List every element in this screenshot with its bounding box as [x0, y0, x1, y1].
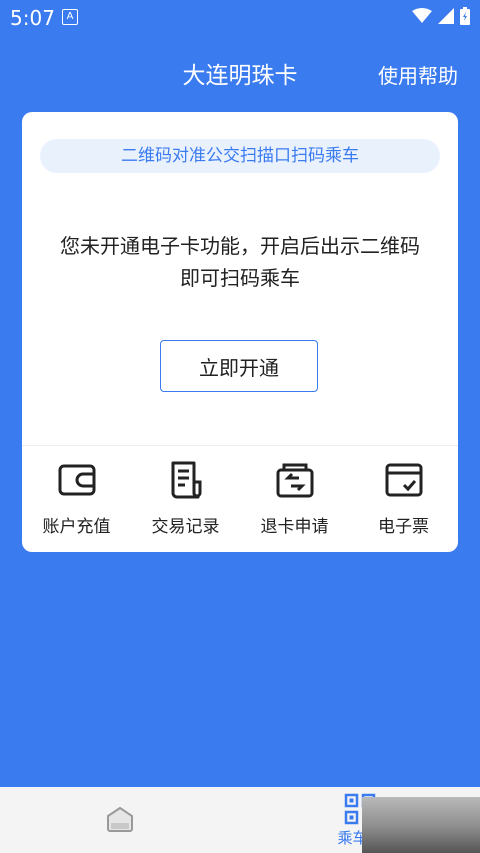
action-recharge[interactable]: 账户充值	[22, 460, 131, 540]
card-refund-icon	[276, 463, 313, 498]
overlay-thumbnail	[362, 797, 480, 853]
divider	[22, 445, 458, 446]
status-bar: 5:07 A	[0, 0, 480, 34]
action-label: 电子票	[378, 517, 429, 537]
notice-text: 您未开通电子卡功能，开启后出示二维码 即可扫码乘车	[22, 230, 458, 294]
qr-card: 二维码对准公交扫描口扫码乘车 您未开通电子卡功能，开启后出示二维码 即可扫码乘车…	[22, 112, 458, 552]
scan-hint: 二维码对准公交扫描口扫码乘车	[40, 139, 440, 173]
signal-icon	[438, 8, 454, 24]
action-card-refund[interactable]: 退卡申请	[240, 460, 349, 540]
status-time: 5:07	[10, 6, 55, 30]
status-icons	[412, 7, 470, 25]
home-icon	[107, 806, 133, 832]
help-link[interactable]: 使用帮助	[378, 60, 458, 89]
nav-home[interactable]	[0, 787, 240, 853]
action-label: 账户充值	[42, 517, 111, 537]
action-label: 交易记录	[151, 517, 220, 537]
open-now-button[interactable]: 立即开通	[160, 340, 318, 392]
wallet-icon	[58, 464, 95, 496]
notification-icon: A	[62, 9, 78, 25]
notice-line-1: 您未开通电子卡功能，开启后出示二维码	[60, 234, 420, 258]
action-grid: 账户充值 交易记录 退卡申请 电子票	[22, 460, 458, 540]
notice-line-2: 即可扫码乘车	[180, 266, 300, 290]
battery-icon	[460, 7, 470, 25]
action-transactions[interactable]: 交易记录	[131, 460, 240, 540]
e-ticket-icon	[385, 463, 422, 497]
receipt-icon	[171, 461, 201, 499]
action-e-ticket[interactable]: 电子票	[349, 460, 458, 540]
wifi-icon	[412, 8, 432, 23]
action-label: 退卡申请	[260, 517, 329, 537]
